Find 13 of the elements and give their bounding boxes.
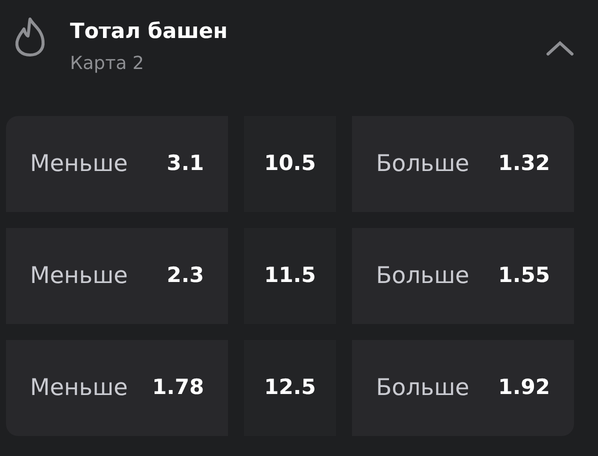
odds-button[interactable]: Больше 1.55 <box>352 228 574 324</box>
odds-button[interactable]: Меньше 3.1 <box>6 116 228 212</box>
total-line: 12.5 <box>264 374 316 402</box>
chevron-up-icon[interactable] <box>546 40 574 56</box>
odds-button[interactable]: Меньше 2.3 <box>6 228 228 324</box>
map-subtitle: Карта 2 <box>70 52 145 76</box>
odds-button[interactable]: Больше 1.32 <box>352 116 574 212</box>
total-line: 10.5 <box>264 150 316 178</box>
market-title: Тотал башен <box>70 18 229 44</box>
odds-button[interactable]: Меньше 1.78 <box>6 340 228 436</box>
odds-button[interactable]: Больше 1.92 <box>352 340 574 436</box>
flame-icon <box>14 16 46 58</box>
total-line: 11.5 <box>264 262 316 290</box>
